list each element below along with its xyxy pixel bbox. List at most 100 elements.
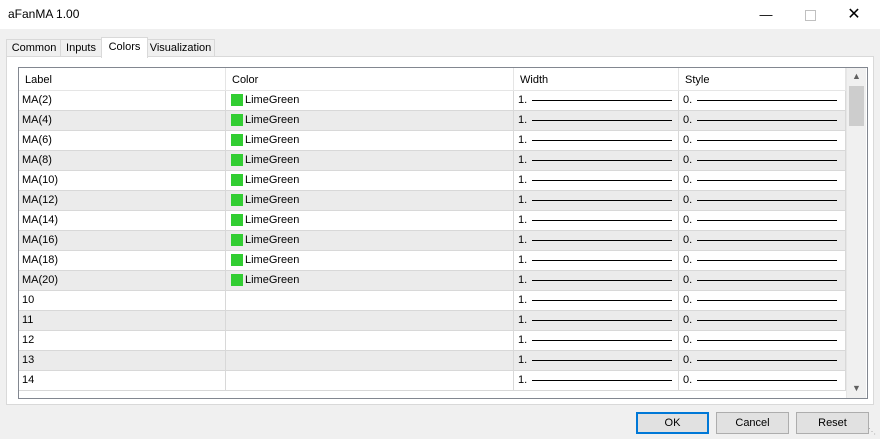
width-cell[interactable]: 1.	[514, 351, 679, 370]
ok-button[interactable]: OK	[636, 412, 709, 434]
style-line-preview	[697, 320, 837, 321]
vertical-scrollbar[interactable]: ▲ ▼	[846, 68, 866, 398]
width-cell[interactable]: 1.	[514, 131, 679, 150]
width-line-preview	[532, 360, 672, 361]
color-cell[interactable]: LimeGreen	[226, 111, 514, 130]
scroll-up-icon[interactable]: ▲	[847, 68, 866, 85]
style-cell[interactable]: 0.	[679, 231, 846, 250]
color-cell[interactable]: LimeGreen	[226, 251, 514, 270]
width-cell[interactable]: 1.	[514, 211, 679, 230]
color-cell[interactable]: LimeGreen	[226, 271, 514, 290]
window-title: aFanMA 1.00	[8, 7, 80, 21]
column-header-style[interactable]: Style	[679, 68, 846, 90]
table-row[interactable]: MA(2) LimeGreen 1. 0.	[19, 91, 846, 111]
style-cell[interactable]: 0.	[679, 251, 846, 270]
color-swatch	[231, 134, 243, 146]
width-cell[interactable]: 1.	[514, 251, 679, 270]
cancel-button[interactable]: Cancel	[716, 412, 789, 434]
style-cell[interactable]: 0.	[679, 151, 846, 170]
table-row[interactable]: 12 1. 0.	[19, 331, 846, 351]
table-row[interactable]: MA(12) LimeGreen 1. 0.	[19, 191, 846, 211]
width-value: 1.	[518, 274, 528, 286]
width-line-preview	[532, 100, 672, 101]
tab-common[interactable]: Common	[6, 39, 62, 57]
color-swatch	[231, 234, 243, 246]
style-line-preview	[697, 160, 837, 161]
style-cell[interactable]: 0.	[679, 111, 846, 130]
width-cell[interactable]: 1.	[514, 111, 679, 130]
width-cell[interactable]: 1.	[514, 91, 679, 110]
style-value: 0.	[683, 174, 693, 186]
width-cell[interactable]: 1.	[514, 331, 679, 350]
scrollbar-thumb[interactable]	[849, 86, 864, 126]
table-row[interactable]: MA(4) LimeGreen 1. 0.	[19, 111, 846, 131]
row-label: MA(4)	[19, 111, 226, 130]
row-label: MA(10)	[19, 171, 226, 190]
width-cell[interactable]: 1.	[514, 291, 679, 310]
style-cell[interactable]: 0.	[679, 311, 846, 330]
table-row[interactable]: 10 1. 0.	[19, 291, 846, 311]
minimize-icon[interactable]: —	[744, 0, 788, 29]
style-line-preview	[697, 100, 837, 101]
table-row[interactable]: MA(16) LimeGreen 1. 0.	[19, 231, 846, 251]
table-row[interactable]: 14 1. 0.	[19, 371, 846, 391]
table-row[interactable]: MA(8) LimeGreen 1. 0.	[19, 151, 846, 171]
table-row[interactable]: MA(18) LimeGreen 1. 0.	[19, 251, 846, 271]
style-cell[interactable]: 0.	[679, 191, 846, 210]
width-cell[interactable]: 1.	[514, 171, 679, 190]
color-cell[interactable]: LimeGreen	[226, 191, 514, 210]
resize-grip-icon[interactable]: ⋱	[868, 427, 878, 437]
tab-inputs[interactable]: Inputs	[60, 39, 102, 57]
style-cell[interactable]: 0.	[679, 271, 846, 290]
color-cell[interactable]: LimeGreen	[226, 171, 514, 190]
color-cell[interactable]: LimeGreen	[226, 231, 514, 250]
column-header-width[interactable]: Width	[514, 68, 679, 90]
style-line-preview	[697, 360, 837, 361]
color-cell[interactable]	[226, 291, 514, 310]
style-cell[interactable]: 0.	[679, 371, 846, 390]
style-value: 0.	[683, 234, 693, 246]
colors-table: Label Color Width Style MA(2) LimeGreen 1.…	[18, 67, 868, 399]
width-line-preview	[532, 240, 672, 241]
color-swatch	[231, 174, 243, 186]
table-row[interactable]: MA(10) LimeGreen 1. 0.	[19, 171, 846, 191]
width-cell[interactable]: 1.	[514, 231, 679, 250]
style-cell[interactable]: 0.	[679, 131, 846, 150]
style-value: 0.	[683, 314, 693, 326]
width-cell[interactable]: 1.	[514, 311, 679, 330]
table-row[interactable]: MA(6) LimeGreen 1. 0.	[19, 131, 846, 151]
column-header-color[interactable]: Color	[226, 68, 514, 90]
color-cell[interactable]	[226, 311, 514, 330]
style-line-preview	[697, 220, 837, 221]
close-icon[interactable]: ✕	[832, 0, 876, 29]
width-cell[interactable]: 1.	[514, 151, 679, 170]
table-row[interactable]: MA(20) LimeGreen 1. 0.	[19, 271, 846, 291]
color-cell[interactable]: LimeGreen	[226, 211, 514, 230]
row-label: MA(8)	[19, 151, 226, 170]
width-value: 1.	[518, 294, 528, 306]
table-row[interactable]: 13 1. 0.	[19, 351, 846, 371]
color-cell[interactable]	[226, 351, 514, 370]
table-row[interactable]: 11 1. 0.	[19, 311, 846, 331]
style-cell[interactable]: 0.	[679, 291, 846, 310]
column-header-label[interactable]: Label	[19, 68, 226, 90]
width-cell[interactable]: 1.	[514, 191, 679, 210]
style-cell[interactable]: 0.	[679, 91, 846, 110]
width-cell[interactable]: 1.	[514, 271, 679, 290]
style-value: 0.	[683, 94, 693, 106]
tab-colors[interactable]: Colors	[101, 37, 148, 58]
reset-button[interactable]: Reset	[796, 412, 869, 434]
table-row[interactable]: MA(14) LimeGreen 1. 0.	[19, 211, 846, 231]
style-cell[interactable]: 0.	[679, 211, 846, 230]
tab-visualization[interactable]: Visualization	[146, 39, 215, 57]
style-cell[interactable]: 0.	[679, 331, 846, 350]
width-cell[interactable]: 1.	[514, 371, 679, 390]
scroll-down-icon[interactable]: ▼	[847, 380, 866, 397]
style-cell[interactable]: 0.	[679, 351, 846, 370]
color-cell[interactable]: LimeGreen	[226, 91, 514, 110]
color-cell[interactable]: LimeGreen	[226, 151, 514, 170]
color-cell[interactable]: LimeGreen	[226, 131, 514, 150]
style-cell[interactable]: 0.	[679, 171, 846, 190]
color-cell[interactable]	[226, 371, 514, 390]
color-cell[interactable]	[226, 331, 514, 350]
